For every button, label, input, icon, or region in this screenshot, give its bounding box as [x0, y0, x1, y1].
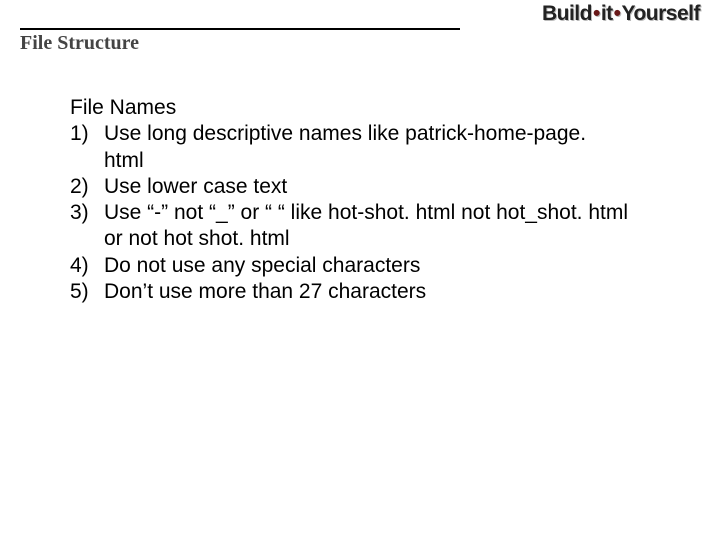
logo-part-2: it — [601, 2, 613, 25]
logo: Build•it•Yourself — [542, 2, 700, 26]
item-number: 5) — [70, 279, 104, 305]
logo-sep-1: • — [592, 2, 601, 25]
item-number: 3) — [70, 200, 104, 226]
logo-sep-2: • — [613, 2, 622, 25]
item-text: Do not use any special characters — [104, 253, 630, 279]
item-number: 1) — [70, 121, 104, 147]
item-text: Don’t use more than 27 characters — [104, 279, 630, 305]
logo-part-3: Yourself — [622, 2, 700, 25]
list-item: 5) Don’t use more than 27 characters — [70, 279, 630, 305]
rules-list: 1) Use long descriptive names like patri… — [70, 121, 630, 305]
item-number: 2) — [70, 174, 104, 200]
item-text: Use lower case text — [104, 174, 630, 200]
title-rule — [20, 28, 460, 30]
content: File Names 1) Use long descriptive names… — [0, 55, 630, 305]
list-item: 2) Use lower case text — [70, 174, 630, 200]
page-title: File Structure — [20, 32, 700, 55]
logo-part-1: Build — [542, 2, 592, 25]
item-number: 4) — [70, 253, 104, 279]
item-text: Use long descriptive names like patrick-… — [104, 121, 630, 174]
item-text: Use “-” not “_” or “ “ like hot-shot. ht… — [104, 200, 630, 253]
list-item: 1) Use long descriptive names like patri… — [70, 121, 630, 174]
list-item: 3) Use “-” not “_” or “ “ like hot-shot.… — [70, 200, 630, 253]
list-item: 4) Do not use any special characters — [70, 253, 630, 279]
section-heading: File Names — [70, 95, 630, 121]
